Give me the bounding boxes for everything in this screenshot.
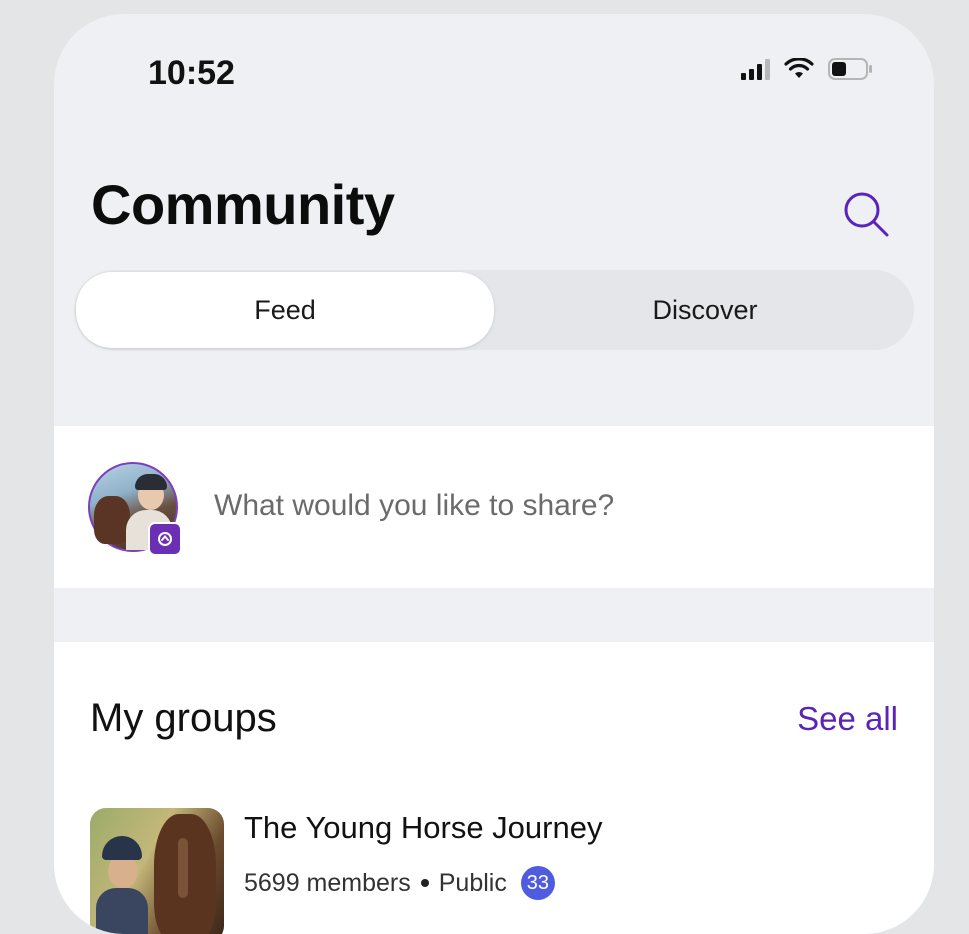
status-icons [741, 58, 874, 80]
signal-icon [741, 58, 770, 80]
see-all-link[interactable]: See all [797, 700, 898, 738]
wifi-icon [784, 58, 814, 80]
group-privacy: Public [438, 868, 507, 897]
avatar[interactable] [88, 462, 182, 556]
tab-discover[interactable]: Discover [496, 270, 914, 350]
phone-screen: 10:52 Community Feed Discover What would… [54, 14, 934, 934]
battery-icon [828, 58, 874, 80]
group-thumbnail [90, 808, 224, 934]
feed-discover-tabs: Feed Discover [74, 270, 914, 350]
my-groups-section: My groups See all The Young Horse Journe… [54, 642, 934, 934]
status-time: 10:52 [148, 54, 235, 92]
unread-badge: 33 [520, 866, 555, 900]
page-title: Community [91, 173, 395, 236]
section-title: My groups [90, 696, 277, 740]
search-icon [844, 192, 889, 237]
group-item[interactable]: The Young Horse Journey 5699 members Pub… [90, 808, 900, 934]
search-button[interactable] [836, 184, 896, 244]
group-name: The Young Horse Journey [244, 810, 603, 845]
tab-feed[interactable]: Feed [76, 272, 494, 348]
post-composer [54, 426, 934, 588]
group-members: 5699 members [244, 868, 411, 897]
separator-dot [420, 879, 429, 887]
share-badge-icon [148, 522, 182, 556]
share-input[interactable] [214, 476, 874, 536]
group-meta: 5699 members Public 33 [244, 866, 555, 900]
